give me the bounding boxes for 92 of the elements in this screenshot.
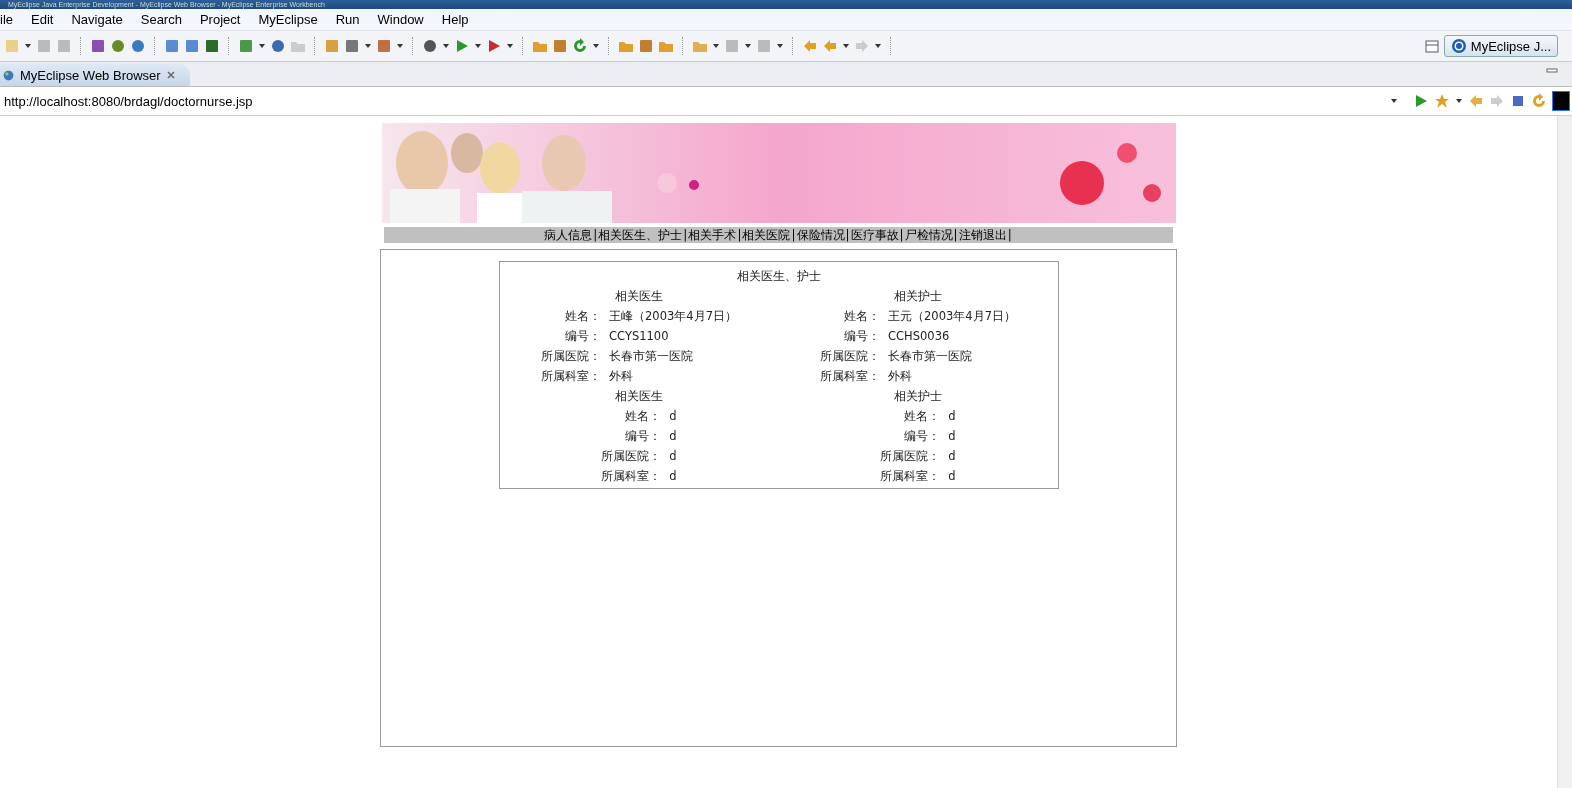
menu-item[interactable]: Edit (21, 12, 62, 27)
field-label: 所属科室： (880, 466, 949, 486)
window-icon[interactable] (1423, 38, 1440, 54)
caret-icon[interactable] (1390, 97, 1398, 105)
field-value: d (669, 428, 677, 445)
menu-item[interactable]: Project (189, 12, 249, 27)
caret-icon[interactable] (592, 42, 600, 50)
divider-mark: | (953, 228, 959, 242)
field-value: d (669, 448, 677, 465)
arrow-left-icon[interactable] (802, 38, 818, 54)
caret-icon[interactable] (24, 42, 32, 50)
field-label: 所属医院： (601, 446, 670, 466)
field-label: 所属医院： (541, 346, 610, 366)
field-label: 姓名： (601, 406, 670, 426)
caret-icon[interactable] (1455, 97, 1463, 105)
caret-icon[interactable] (258, 42, 266, 50)
caret-icon[interactable] (776, 42, 784, 50)
play-icon[interactable] (1413, 93, 1429, 109)
nav-link[interactable]: 尸检情况 (904, 226, 953, 244)
field-label: 姓名： (541, 306, 610, 326)
field-label: 编号： (541, 326, 610, 346)
caret-icon[interactable] (442, 42, 450, 50)
nav-link[interactable]: 相关医院 (742, 226, 791, 244)
menu-item[interactable]: Search (130, 12, 190, 27)
caret-icon[interactable] (474, 42, 482, 50)
divider-mark: | (736, 228, 742, 242)
field-value: d (948, 428, 956, 445)
close-icon[interactable] (165, 70, 176, 80)
caret-icon[interactable] (744, 42, 752, 50)
caret-icon[interactable] (396, 42, 404, 50)
caret-icon[interactable] (364, 42, 372, 50)
field-value: 王元（2003年4月7日） (888, 307, 1016, 325)
caret-icon[interactable] (842, 42, 850, 50)
field-label: 编号： (880, 426, 949, 446)
caret-icon[interactable] (874, 42, 882, 50)
divider-mark: | (1006, 228, 1013, 242)
logo-icon (1450, 38, 1467, 54)
field-label: 所属科室： (541, 366, 610, 386)
field-value: d (948, 448, 956, 465)
divider-mark: | (845, 228, 851, 242)
nav-link[interactable]: 相关手术 (688, 226, 737, 244)
play-icon[interactable] (486, 38, 502, 54)
field-label: 姓名： (880, 406, 949, 426)
field-value: d (669, 468, 677, 485)
field-value: CCYS1100 (609, 328, 670, 345)
field-label: 编号： (820, 326, 889, 346)
color-swatch (1552, 91, 1570, 111)
table-title: 相关医生、护士 (735, 268, 822, 285)
minimize-icon[interactable] (1546, 66, 1558, 74)
field-value: 外科 (888, 367, 914, 385)
field-label: 编号： (601, 426, 670, 446)
menu-item[interactable]: Help (431, 12, 477, 27)
perspective-button[interactable]: MyEclipse J... (1443, 35, 1558, 57)
section-heading: 相关护士 (894, 388, 942, 405)
field-label: 姓名： (820, 306, 889, 326)
stop-icon[interactable] (1510, 93, 1526, 109)
divider-mark: | (592, 228, 598, 242)
menu-item[interactable]: ile (0, 12, 21, 27)
menu-item[interactable]: Navigate (61, 12, 131, 27)
field-label: 所属医院： (880, 446, 949, 466)
section-heading: 相关护士 (894, 288, 942, 305)
nav-link[interactable]: 保险情况 (796, 226, 845, 244)
menu-item[interactable]: Run (325, 12, 368, 27)
field-value: d (948, 408, 956, 425)
field-value: 长春市第一医院 (888, 347, 974, 365)
divider-mark: | (682, 228, 688, 242)
field-label: 所属科室： (601, 466, 670, 486)
arrow-left-icon[interactable] (1468, 93, 1484, 109)
field-value: 王峰（2003年4月7日） (609, 307, 737, 325)
star-icon[interactable] (1434, 93, 1450, 109)
nav-link[interactable]: 注销退出 (958, 226, 1007, 244)
nav-link[interactable]: 相关医生、护士 (598, 226, 683, 244)
field-value: 长春市第一医院 (609, 347, 695, 365)
nav-link[interactable]: 病人信息 (544, 226, 593, 244)
caret-icon[interactable] (712, 42, 720, 50)
field-value: d (948, 468, 956, 485)
section-heading: 相关医生 (615, 288, 663, 305)
field-value: 外科 (609, 367, 635, 385)
nav-link[interactable]: 医疗事故 (850, 226, 899, 244)
section-heading: 相关医生 (615, 388, 663, 405)
menu-item[interactable]: MyEclipse (248, 12, 326, 27)
field-value: d (669, 408, 677, 425)
divider-mark: | (790, 228, 797, 242)
editor-tab[interactable]: MyEclipse Web Browser (0, 64, 190, 86)
field-label: 所属科室： (820, 366, 889, 386)
field-value: CCHS0036 (888, 328, 951, 345)
scroll-bar[interactable] (1557, 116, 1572, 788)
refresh-icon[interactable] (1531, 93, 1547, 109)
divider-mark: | (899, 228, 905, 242)
caret-icon[interactable] (506, 42, 514, 50)
menu-item[interactable]: Window (367, 12, 432, 27)
field-label: 所属医院： (820, 346, 889, 366)
